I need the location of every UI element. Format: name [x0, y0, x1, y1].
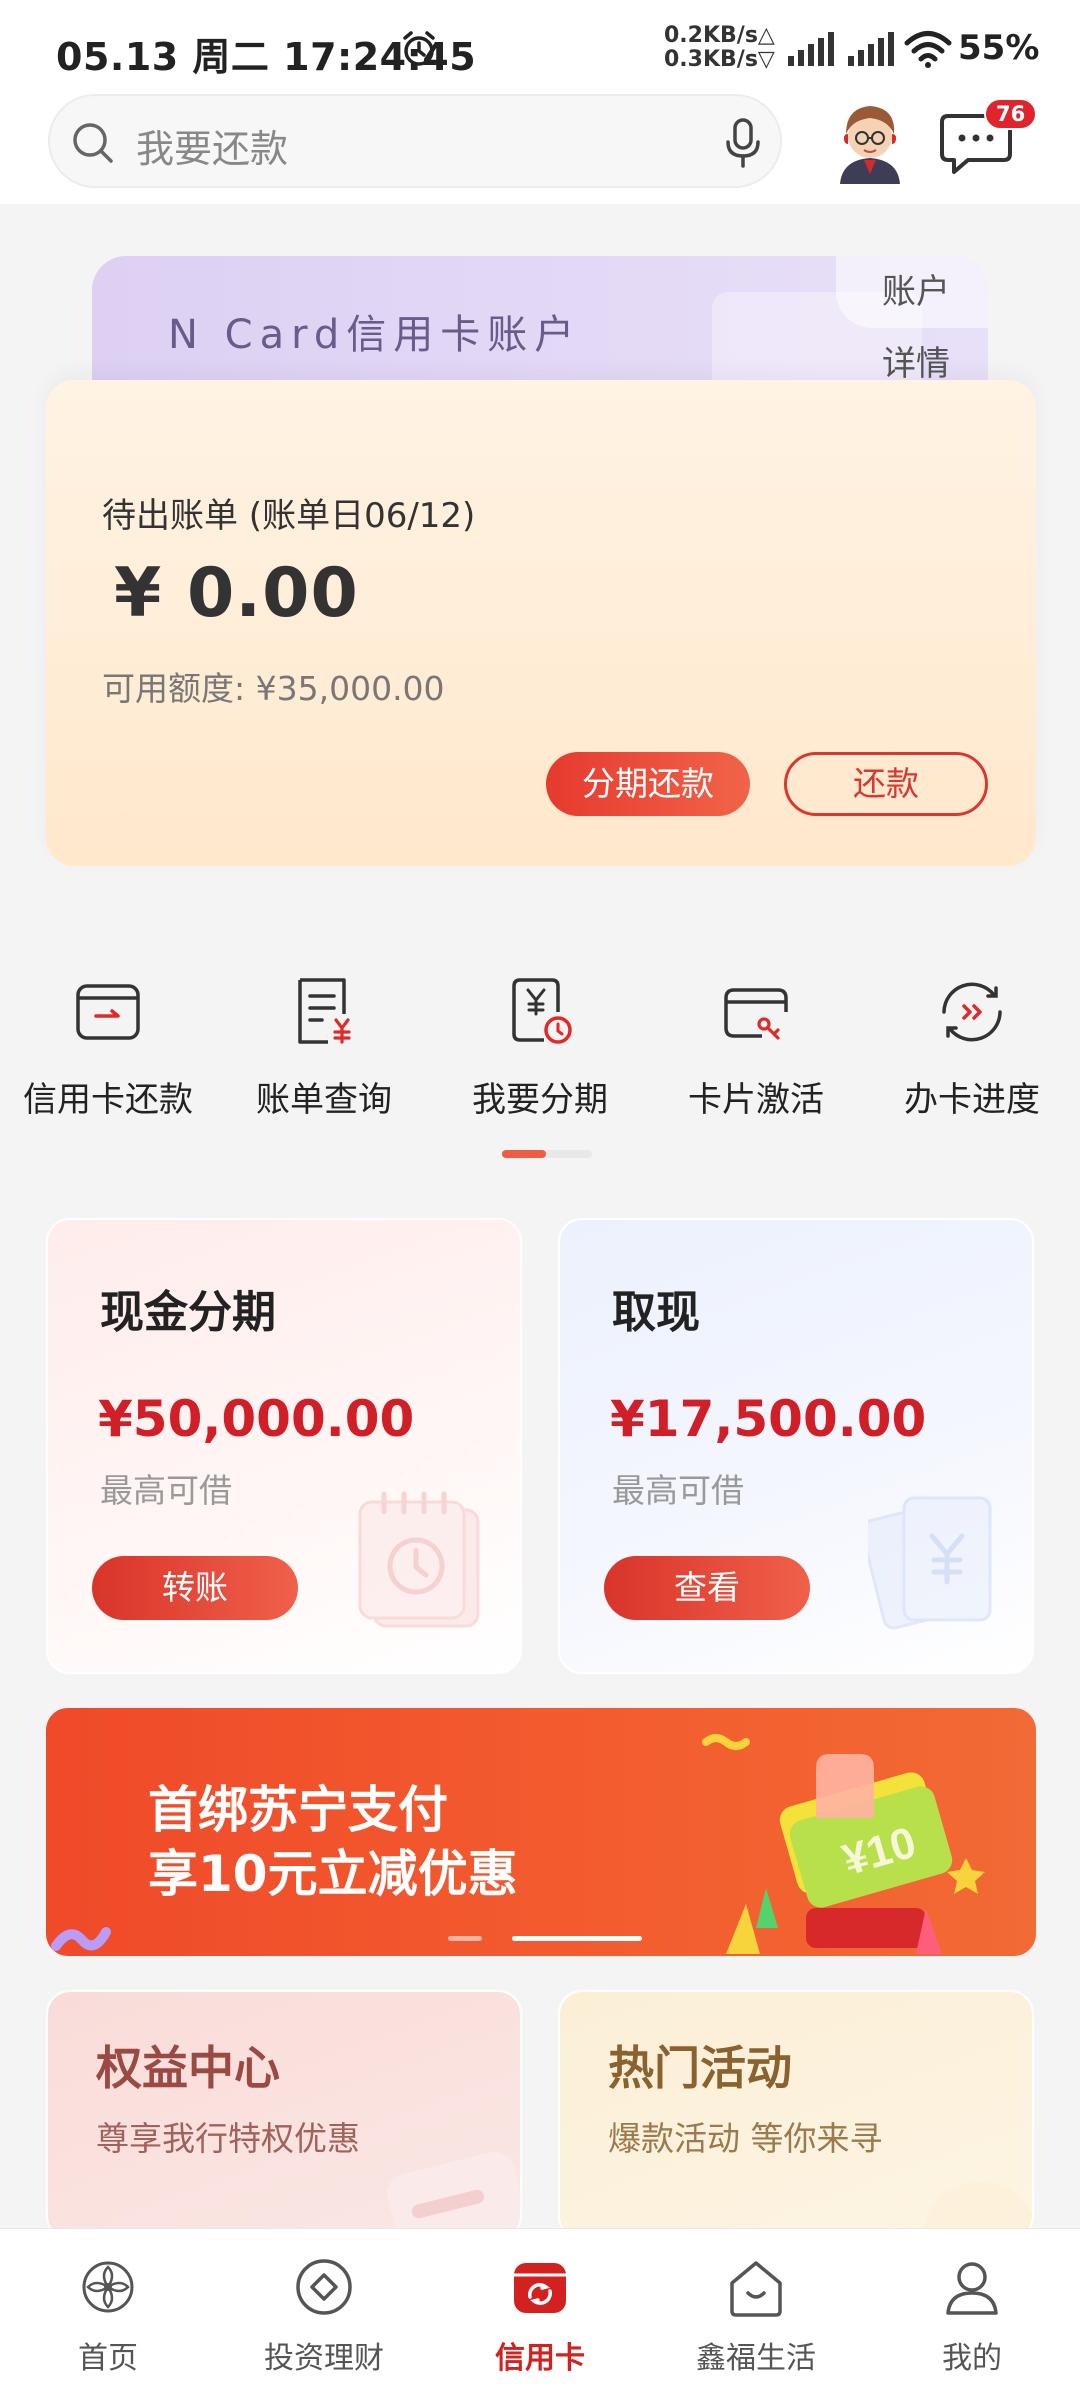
- menu-item-installment[interactable]: 我要分期: [432, 960, 648, 1130]
- battery-level: 55%: [958, 28, 1040, 68]
- quick-menu: 信用卡还款 账单查询 我要分期 卡片激活 办卡进度: [0, 960, 1080, 1170]
- hot-events-card[interactable]: 热门活动 爆款活动 等你来寻: [558, 1990, 1034, 2240]
- account-detail-link[interactable]: 账户详情>: [836, 256, 988, 384]
- life-icon: [730, 2261, 782, 2317]
- menu-label: 账单查询: [256, 1080, 392, 1120]
- invest-icon: [296, 2259, 352, 2315]
- menu-item-card-progress[interactable]: 办卡进度: [864, 960, 1080, 1130]
- bottom-tab-bar: 首页 投资理财 信用卡 鑫福生活 我的: [0, 2228, 1080, 2400]
- menu-item-card-activate[interactable]: 卡片激活: [648, 960, 864, 1130]
- signal-icon: [848, 32, 894, 66]
- home-icon: [82, 2261, 134, 2313]
- search-icon: [73, 123, 113, 163]
- benefits-center-card[interactable]: 权益中心 尊享我行特权优惠: [46, 1990, 522, 2240]
- tab-home[interactable]: 首页: [0, 2241, 216, 2391]
- money-card-icon: [868, 1496, 992, 1630]
- loan-amount: ¥50,000.00: [98, 1390, 415, 1448]
- card-progress-icon: [942, 982, 1002, 1042]
- tab-invest[interactable]: 投资理财: [216, 2241, 432, 2391]
- card-repay-icon: [76, 984, 140, 1040]
- menu-item-bill-query[interactable]: 账单查询: [216, 960, 432, 1130]
- loan-subtitle: 最高可借: [100, 1471, 232, 1510]
- card-activate-icon: [724, 988, 788, 1040]
- cash-withdraw-card[interactable]: 取现 ¥17,500.00 最高可借 查看: [558, 1218, 1034, 1674]
- message-badge: 76: [984, 98, 1038, 130]
- tab-label: 信用卡: [495, 2341, 585, 2376]
- tab-label: 首页: [78, 2341, 138, 2376]
- tab-label: 鑫福生活: [696, 2341, 816, 2376]
- calendar-clock-icon: [358, 1491, 480, 1628]
- loan-title: 取现: [612, 1287, 700, 1338]
- card-account-panel: 待出账单 (账单日06/12) ¥ 0.00 可用额度: ¥35,000.00 …: [46, 380, 1036, 866]
- menu-label: 信用卡还款: [23, 1080, 193, 1120]
- promo-banner[interactable]: 首绑苏宁支付 享10元立减优惠 ¥10: [46, 1708, 1036, 1956]
- loan-title: 现金分期: [100, 1287, 276, 1338]
- repay-button[interactable]: 还款: [784, 752, 988, 816]
- ribbon-decoration: [51, 1927, 111, 1951]
- ticket-icon: [387, 2151, 520, 2238]
- installment-repay-button[interactable]: 分期还款: [546, 752, 750, 816]
- banner-dot: [448, 1936, 482, 1941]
- promo-subtitle: 爆款活动 等你来寻: [608, 2119, 883, 2158]
- tab-label: 我的: [942, 2341, 1002, 2376]
- menu-label: 办卡进度: [904, 1080, 1040, 1120]
- view-button[interactable]: 查看: [604, 1556, 810, 1620]
- installment-icon: [512, 978, 572, 1044]
- promo-subtitle: 尊享我行特权优惠: [96, 2119, 360, 2158]
- search-input[interactable]: 我要还款: [48, 94, 782, 188]
- account-detail-label: 账户详情: [882, 272, 950, 384]
- promo-title: 权益中心: [96, 2041, 280, 2095]
- search-header: 我要还款 76: [0, 92, 1080, 204]
- banner-dot-active: [512, 1936, 642, 1941]
- credit-card-icon: [514, 2263, 566, 2313]
- net-up: 0.2KB/s△: [664, 23, 775, 48]
- signal-icon: [788, 32, 834, 66]
- bill-label: 待出账单 (账单日06/12): [102, 496, 476, 536]
- menu-label: 卡片激活: [688, 1080, 824, 1120]
- mic-icon[interactable]: [718, 116, 768, 170]
- menu-page-indicator: [502, 1150, 592, 1158]
- bill-amount: ¥ 0.00: [114, 554, 359, 633]
- available-credit: 可用额度: ¥35,000.00: [102, 669, 445, 708]
- card-account-title: N Card信用卡账户: [168, 312, 582, 358]
- gift-icon: [920, 2182, 1032, 2238]
- avatar[interactable]: [830, 100, 910, 184]
- banner-indicator: [448, 1936, 648, 1942]
- tab-credit-card[interactable]: 信用卡: [432, 2241, 648, 2391]
- wifi-icon: [904, 31, 952, 68]
- tab-life[interactable]: 鑫福生活: [648, 2241, 864, 2391]
- bill-query-icon: [298, 978, 351, 1044]
- transfer-button[interactable]: 转账: [92, 1556, 298, 1620]
- coupon-hand-illustration: ¥10: [702, 1734, 985, 1954]
- promo-title: 热门活动: [608, 2041, 792, 2095]
- alarm-icon: [403, 31, 435, 66]
- status-bar: 05.13 周二 17:24:45 0.2KB/s△ 0.3KB/s▽ 55%: [0, 0, 1080, 92]
- indicator-active: [502, 1150, 546, 1158]
- net-down: 0.3KB/s▽: [664, 47, 775, 72]
- network-speed: 0.2KB/s△ 0.3KB/s▽: [664, 24, 775, 72]
- tab-label: 投资理财: [264, 2341, 384, 2376]
- loan-subtitle: 最高可借: [612, 1471, 744, 1510]
- menu-label: 我要分期: [472, 1080, 608, 1120]
- banner-line1: 首绑苏宁支付: [148, 1781, 448, 1839]
- search-placeholder: 我要还款: [136, 127, 289, 171]
- tab-profile[interactable]: 我的: [864, 2241, 1080, 2391]
- loan-amount: ¥17,500.00: [610, 1390, 927, 1448]
- profile-icon: [946, 2262, 998, 2315]
- banner-line2: 享10元立减优惠: [148, 1845, 518, 1903]
- menu-item-card-repay[interactable]: 信用卡还款: [0, 960, 216, 1130]
- cash-installment-card[interactable]: 现金分期 ¥50,000.00 最高可借 转账: [46, 1218, 522, 1674]
